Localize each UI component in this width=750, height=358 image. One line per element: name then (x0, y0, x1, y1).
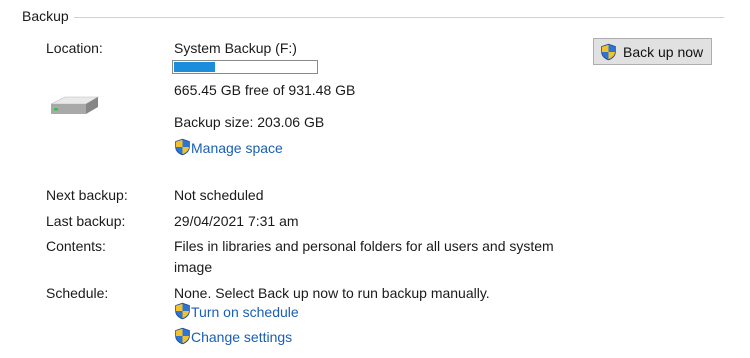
last-backup-value: 29/04/2021 7:31 am (174, 213, 299, 229)
contents-value-line1: Files in libraries and personal folders … (174, 238, 554, 254)
uac-shield-icon (174, 302, 191, 320)
group-divider (74, 17, 724, 18)
change-settings-label[interactable]: Change settings (191, 329, 292, 345)
schedule-label: Schedule: (46, 285, 109, 301)
uac-shield-icon (600, 43, 617, 61)
hard-drive-icon (50, 96, 100, 114)
turn-on-schedule-label[interactable]: Turn on schedule (191, 304, 299, 320)
next-backup-value: Not scheduled (174, 187, 264, 203)
last-backup-label: Last backup: (46, 213, 126, 229)
disk-usage-fill (174, 62, 215, 72)
uac-shield-icon (174, 327, 191, 345)
free-space-text: 665.45 GB free of 931.48 GB (174, 82, 356, 98)
contents-value-line2: image (174, 259, 213, 275)
contents-label: Contents: (46, 238, 106, 254)
backup-size-text: Backup size: 203.06 GB (174, 114, 325, 130)
uac-shield-icon (174, 138, 191, 156)
group-title: Backup (22, 8, 75, 24)
back-up-now-label: Back up now (623, 44, 704, 60)
next-backup-label: Next backup: (46, 187, 128, 203)
location-value: System Backup (F:) (174, 40, 297, 56)
location-label: Location: (46, 40, 103, 56)
schedule-value: None. Select Back up now to run backup m… (174, 285, 490, 301)
disk-usage-bar (172, 60, 318, 74)
manage-space-label[interactable]: Manage space (191, 140, 283, 156)
back-up-now-button[interactable]: Back up now (593, 38, 712, 65)
